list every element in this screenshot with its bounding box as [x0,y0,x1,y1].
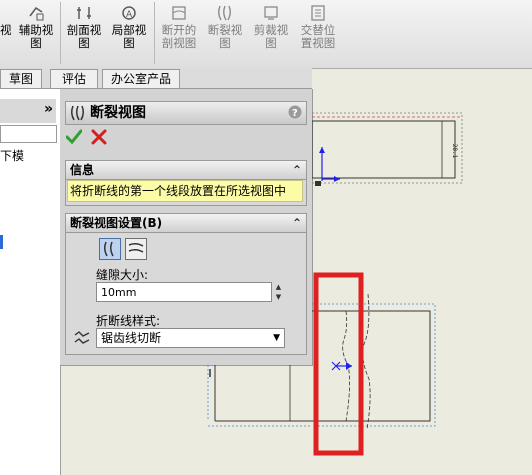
gap-size-spinner[interactable]: ▲ ▼ [272,282,285,302]
y-axis-arrow [319,147,325,153]
vertical-break-icon [103,241,114,257]
svg-text:?: ? [292,108,298,119]
chevron-down-icon: ▼ [273,333,280,343]
expand-icon[interactable]: » [44,101,53,117]
check-icon[interactable] [66,129,82,145]
auxiliary-view-label: 辅助视图 [18,23,54,50]
break-line-style-value: 锯齿线切断 [101,331,162,345]
alternate-position-view-icon [309,4,327,22]
command-manager-toolbar: 视 辅助视图 剖面视图 A 局部视图 断开的剖视图 断裂视图 剪裁视图 交替位置… [0,0,532,69]
crop-view-label: 剪裁视图 [253,23,289,50]
detail-view-label: 局部视图 [111,23,147,50]
info-group-header[interactable]: 信息 ⌃ [66,161,306,180]
break-line-style-select[interactable]: 锯齿线切断 ▼ [96,328,285,348]
broken-out-section-label: 断开的剖视图 [161,23,197,50]
tab-evaluate-label: 评估 [61,72,86,86]
auxiliary-view-button[interactable]: 辅助视图 [15,4,57,56]
front-view-selection-box [312,303,436,427]
tree-header: » [0,99,56,123]
vertical-break-button[interactable] [99,238,121,260]
front-view-axis-arrow [346,362,352,370]
front-view-outline [312,310,431,422]
break-view-label: 断裂视图 [207,23,243,50]
break-view-settings-group: 断裂视图设置(B) ⌃ 缝隙大小: ▲ ▼ 折断线样式: 锯齿线切断 ▼ [65,213,307,355]
info-message: 将折断线的第一个线段放置在所选视图中 [67,180,303,202]
settings-group-header[interactable]: 断裂视图设置(B) ⌃ [66,214,306,233]
x-axis-arrow [334,176,340,182]
collapse-icon[interactable]: ⌃ [292,214,302,232]
spin-up-icon[interactable]: ▲ [272,282,285,292]
section-view-label: 剖面视图 [66,23,102,50]
svg-text:A: A [126,10,133,20]
section-view-icon [75,4,93,22]
break-line-style-icon [74,331,90,344]
command-tabs: 草图 评估 办公室产品 [0,68,312,89]
break-line-style-label: 折断线样式: [96,314,161,328]
info-header-label: 信息 [70,163,95,177]
gap-size-input[interactable] [96,282,272,302]
crop-view-button[interactable]: 剪裁视图 [250,4,292,56]
property-manager-title: 断裂视图 [90,105,146,121]
drawing-graphics-area-lower[interactable] [60,365,312,475]
broken-out-section-icon [170,4,188,22]
tree-item[interactable]: 下模 [0,147,24,164]
gap-size-label: 缝隙大小: [96,268,149,282]
info-group: 信息 ⌃ 将折断线的第一个线段放置在所选视图中 [65,160,307,206]
auxiliary-view-icon [27,4,45,22]
ribbon-separator [154,2,155,64]
property-manager-title-bar: 断裂视图 ? [65,101,307,125]
ribbon-separator [60,2,61,64]
broken-out-section-button[interactable]: 断开的剖视图 [158,4,200,56]
tab-sketch[interactable]: 草图 [0,69,42,88]
tab-office-products[interactable]: 办公室产品 [102,69,180,88]
tab-evaluate[interactable]: 评估 [50,69,98,88]
collapse-icon[interactable]: ⌃ [292,161,302,179]
ribbon-view-label: 视 [0,23,12,37]
break-view-button[interactable]: 断裂视图 [204,4,246,56]
ribbon-view-button[interactable]: 视 [0,4,12,56]
break-line-right [362,293,371,430]
horizontal-break-icon [128,242,144,253]
top-view-dimension: 28.1 [451,144,458,159]
top-view-boundary [312,112,463,184]
tab-office-products-label: 办公室产品 [110,72,171,86]
drawing-graphics-area[interactable]: 28.1 [312,89,532,475]
horizontal-break-button[interactable] [125,238,147,260]
tree-filter-input[interactable] [0,125,57,143]
detail-view-icon: A [120,4,138,22]
break-view-property-manager: 断裂视图 ? 信息 ⌃ 将折断线的第一个线段放置在所选视图中 断裂视图设置(B)… [60,89,313,366]
tab-sketch-label: 草图 [8,72,33,86]
spin-down-icon[interactable]: ▼ [272,292,285,302]
close-icon[interactable] [91,129,107,145]
top-view-outline [312,120,456,179]
alternate-position-view-label: 交替位置视图 [300,23,336,50]
detail-view-button[interactable]: A 局部视图 [108,4,150,56]
help-icon[interactable]: ? [288,105,302,119]
origin-marker [315,181,321,186]
alternate-position-view-button[interactable]: 交替位置视图 [296,4,340,56]
settings-header-label: 断裂视图设置(B) [70,216,163,230]
crop-view-icon [262,4,280,22]
tree-selection-marker [0,235,3,249]
section-view-button[interactable]: 剖面视图 [64,4,104,56]
break-view-icon [70,105,85,121]
break-view-icon [216,4,234,22]
feature-manager-tree: » 下模 [0,89,61,475]
